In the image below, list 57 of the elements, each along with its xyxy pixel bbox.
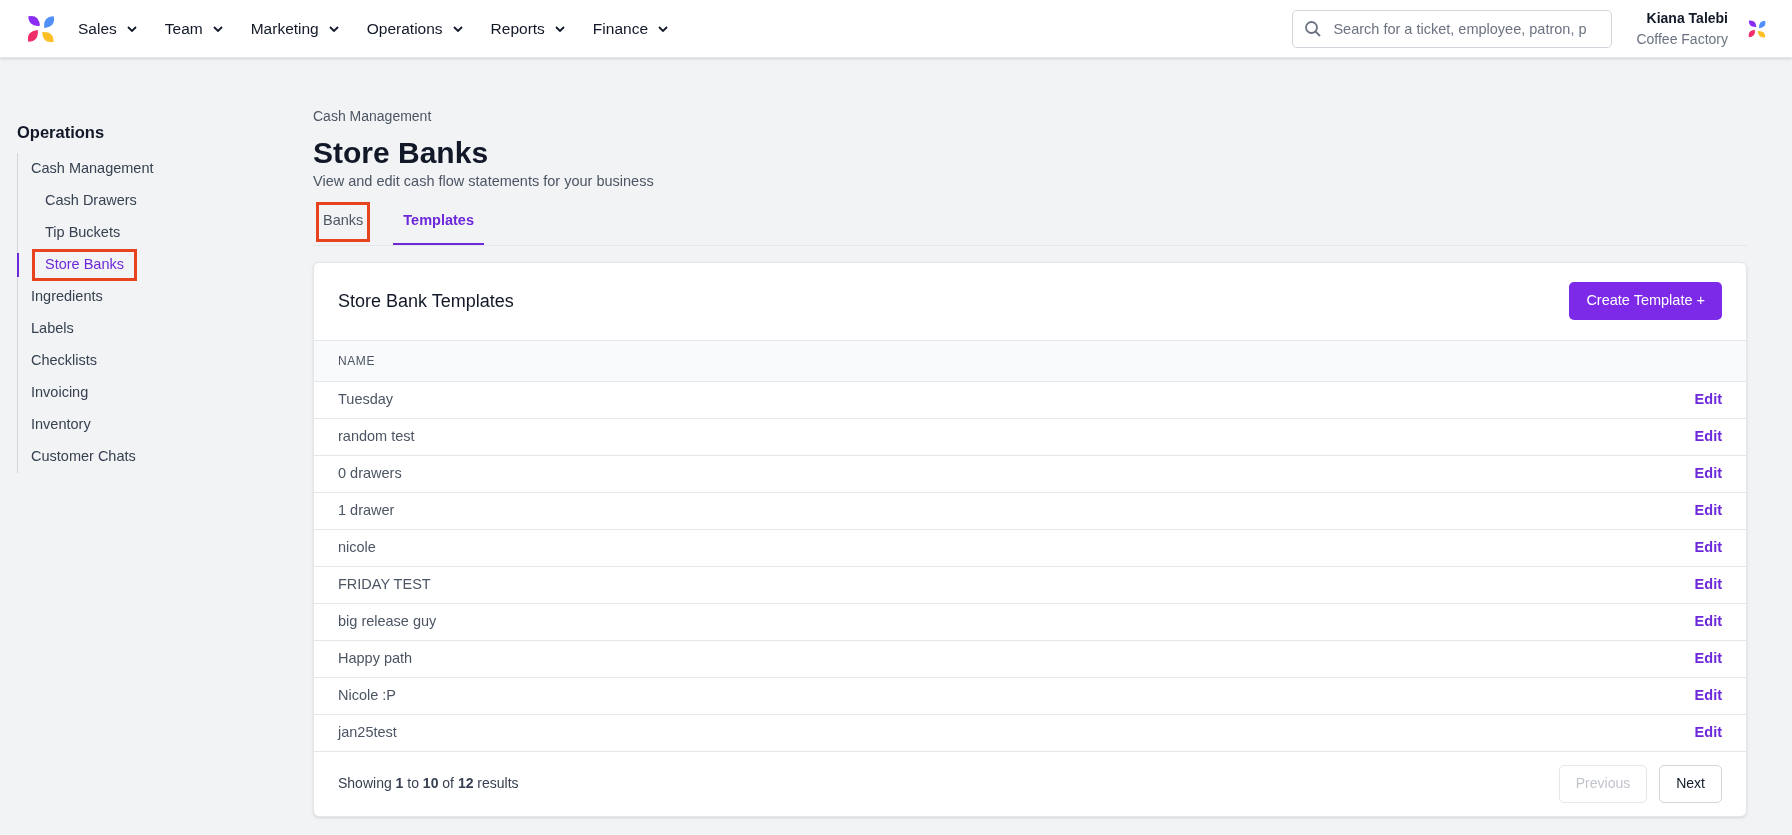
user-name: Kiana Talebi — [1646, 8, 1728, 28]
nav-menu[interactable]: Finance — [592, 16, 668, 41]
sidebar-item[interactable]: Checklists — [21, 347, 108, 374]
table-cell-text: Happy path — [338, 648, 413, 668]
chevron-down-icon — [554, 25, 565, 32]
sidebar-title: Operations — [17, 122, 106, 143]
sidebar-item[interactable]: Customer Chats — [21, 443, 146, 470]
chevron-down-icon — [658, 25, 668, 32]
search-field[interactable]: Search for a ticket, employee, patron, p — [1292, 9, 1613, 48]
table-cell-text: FRIDAY TEST — [338, 574, 431, 594]
table-cell-text: nicole — [338, 537, 376, 557]
edit-link[interactable]: Edit — [1694, 684, 1722, 707]
search-icon — [1304, 19, 1323, 38]
sidebar-item[interactable]: Inventory — [21, 411, 101, 438]
page-title: Store Banks — [313, 135, 490, 171]
edit-link[interactable]: Edit — [1694, 499, 1722, 522]
nav-menu[interactable]: Reports — [490, 16, 565, 41]
edit-link[interactable]: Edit — [1694, 425, 1722, 448]
chevron-down-icon — [328, 25, 339, 32]
chevron-down-icon — [126, 25, 137, 32]
sidebar-item[interactable]: Tip Buckets — [35, 219, 131, 246]
edit-link[interactable]: Edit — [1694, 388, 1722, 411]
edit-link[interactable]: Edit — [1694, 647, 1722, 670]
breadcrumb: Cash Management — [313, 107, 433, 126]
sidebar-item[interactable]: Cash Drawers — [35, 187, 147, 214]
nav-menu[interactable]: Team — [164, 16, 223, 41]
tab[interactable]: Banks — [313, 198, 374, 245]
table-cell-text: big release guy — [338, 611, 437, 631]
column-header: NAME — [338, 352, 376, 370]
chevron-down-icon — [452, 25, 463, 32]
sidebar-item[interactable]: Invoicing — [21, 379, 99, 406]
edit-link[interactable]: Edit — [1694, 536, 1722, 559]
edit-link[interactable]: Edit — [1694, 462, 1722, 485]
chevron-down-icon — [212, 25, 223, 32]
results-summary: Showing 1 to 10 of 12 results — [338, 774, 519, 794]
next-button[interactable]: Next — [1659, 764, 1722, 803]
edit-link[interactable]: Edit — [1694, 721, 1722, 744]
table-cell-text: random test — [338, 426, 415, 446]
table-cell-text: 1 drawer — [338, 500, 395, 520]
table-cell-text: Nicole :P — [338, 685, 397, 705]
sidebar-item[interactable]: Store Banks — [35, 251, 134, 278]
table-cell-text: Tuesday — [338, 389, 394, 409]
sidebar-item[interactable]: Ingredients — [21, 283, 113, 310]
nav-menu[interactable]: Marketing — [250, 16, 339, 41]
organization-name: Coffee Factory — [1636, 29, 1728, 49]
sidebar-item[interactable]: Labels — [21, 315, 84, 342]
table-cell-text: jan25test — [338, 722, 397, 742]
card-title: Store Bank Templates — [338, 289, 514, 313]
sidebar-item[interactable]: Cash Management — [21, 155, 164, 182]
edit-link[interactable]: Edit — [1694, 610, 1722, 633]
page-subtitle: View and edit cash flow statements for your business — [313, 172, 655, 191]
nav-menu[interactable]: Sales — [78, 16, 137, 41]
nav-menu[interactable]: Operations — [366, 16, 463, 41]
table-cell-text: 0 drawers — [338, 463, 402, 483]
tab[interactable]: Templates — [393, 198, 484, 245]
edit-link[interactable]: Edit — [1694, 573, 1722, 596]
create-template-button[interactable]: Create Template + — [1569, 282, 1722, 321]
